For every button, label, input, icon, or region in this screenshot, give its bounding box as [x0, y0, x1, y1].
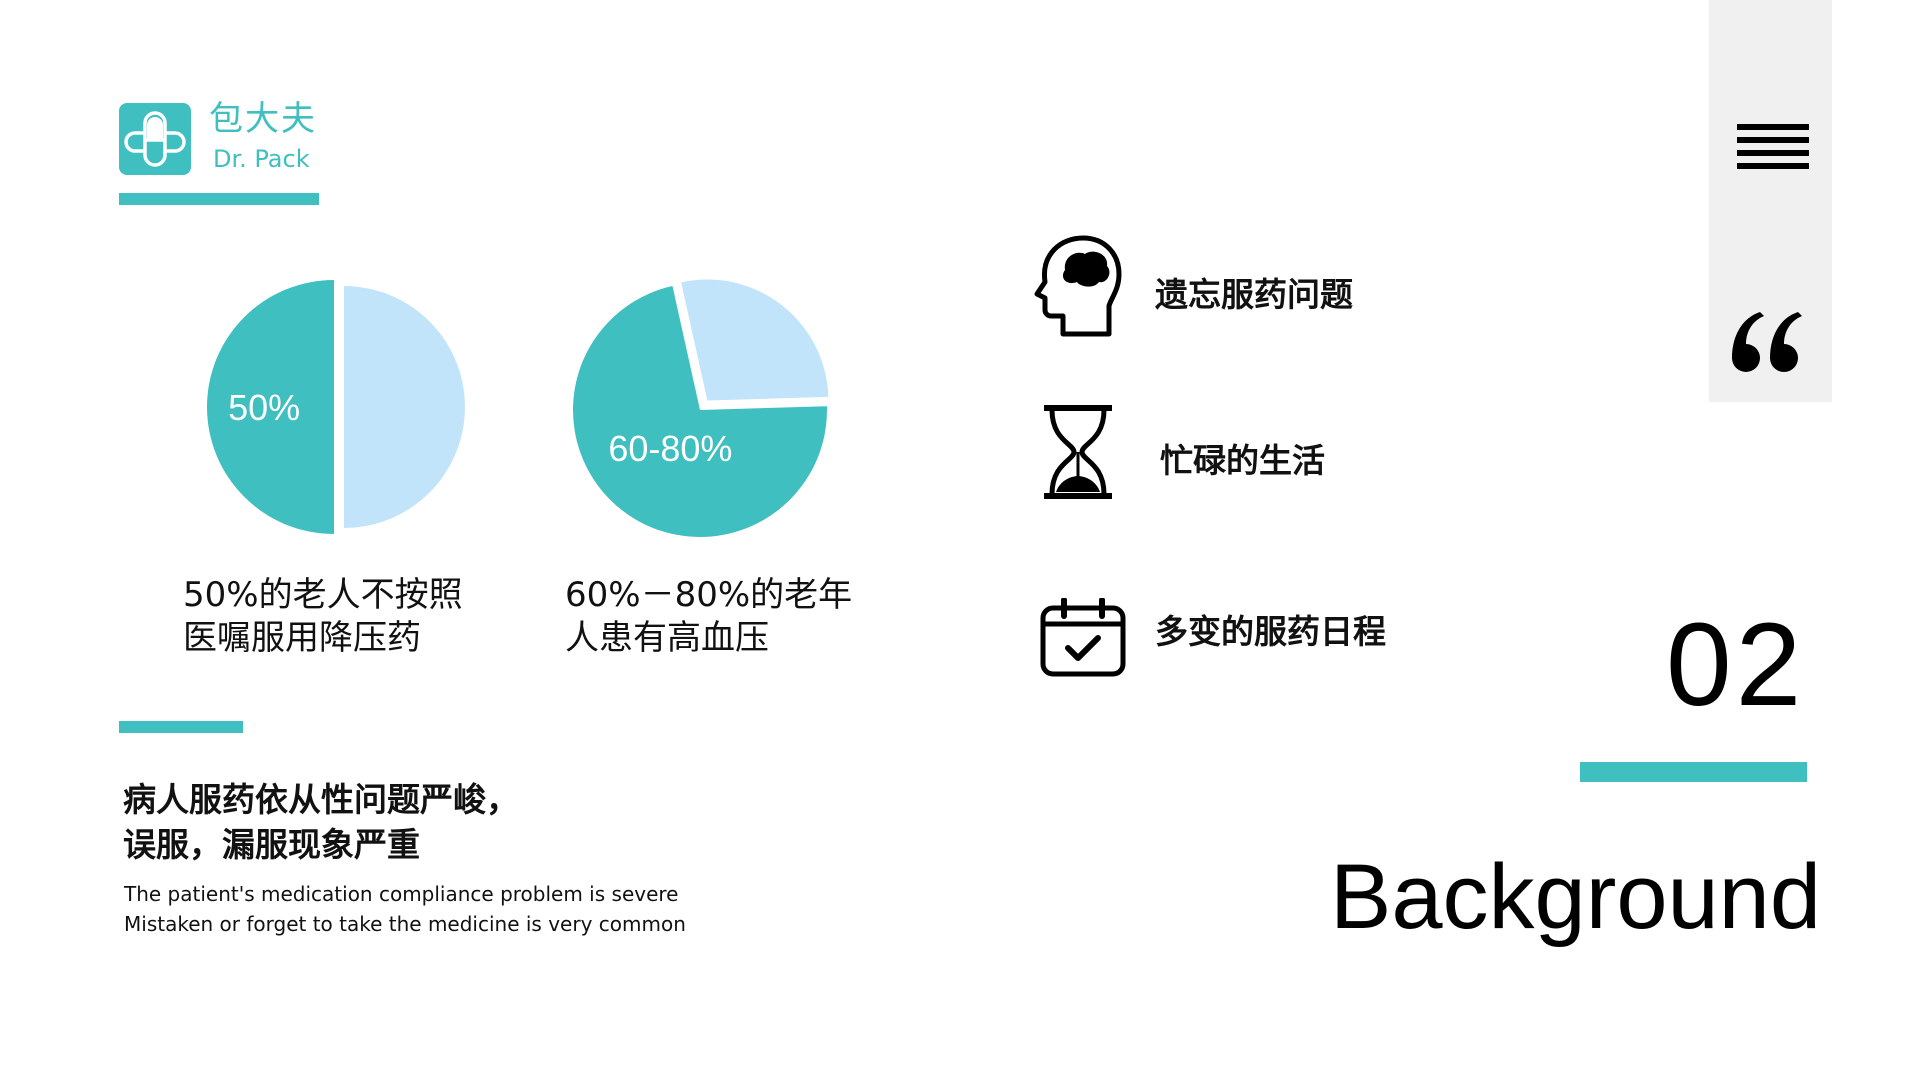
logo-name-cn: 包大夫	[209, 99, 317, 139]
menu-icon-line-3	[1737, 150, 1809, 156]
summary-heading: 病人服药依从性问题严峻， 误服，漏服现象严重	[123, 777, 519, 867]
pie-caption-1-line-2: 医嘱服用降压药	[183, 618, 421, 658]
hourglass-icon	[1044, 405, 1112, 499]
summary-heading-line-1: 病人服药依从性问题严峻，	[123, 780, 519, 819]
section-title: Background	[1330, 846, 1821, 948]
calendar-check-icon	[1040, 598, 1126, 677]
logo-underline	[119, 193, 319, 205]
pie-slice-label: 60-80%	[608, 428, 732, 469]
section-accent-bar	[1580, 762, 1807, 782]
pie-slice-label: 50%	[228, 387, 300, 428]
issue-label-1: 遗忘服药问题	[1155, 275, 1353, 314]
summary-accent-bar	[119, 721, 243, 733]
quote-icon	[1732, 312, 1802, 373]
pie-slice	[681, 279, 829, 401]
menu-icon-line-2	[1737, 137, 1809, 143]
summary-text-line-2: Mistaken or forget to take the medicine …	[124, 912, 686, 936]
pie-chart-2: 60-80%	[573, 279, 829, 537]
brain-head-icon	[1034, 235, 1122, 337]
summary-text: The patient's medication compliance prob…	[124, 879, 686, 939]
summary-heading-line-2: 误服，漏服现象严重	[123, 825, 420, 864]
pie-caption-1-line-1: 50%的老人不按照	[183, 575, 463, 615]
summary-text-line-1: The patient's medication compliance prob…	[124, 882, 679, 906]
pie-caption-2-line-1: 60%－80%的老年	[565, 575, 853, 615]
pie-chart-1: 50%	[207, 280, 465, 534]
logo-name-en: Dr. Pack	[213, 145, 310, 173]
logo-icon	[119, 103, 191, 175]
pie-caption-1: 50%的老人不按照 医嘱服用降压药	[183, 574, 463, 660]
menu-icon-line-4	[1737, 163, 1809, 169]
issue-label-2: 忙碌的生活	[1160, 441, 1325, 480]
pie-caption-2-line-2: 人患有高血压	[565, 618, 769, 658]
pie-caption-2: 60%－80%的老年 人患有高血压	[565, 574, 852, 660]
pie-slice	[344, 286, 465, 528]
section-number: 02	[1666, 599, 1806, 731]
menu-icon-line-1	[1737, 124, 1809, 130]
issue-label-3: 多变的服药日程	[1155, 612, 1386, 651]
